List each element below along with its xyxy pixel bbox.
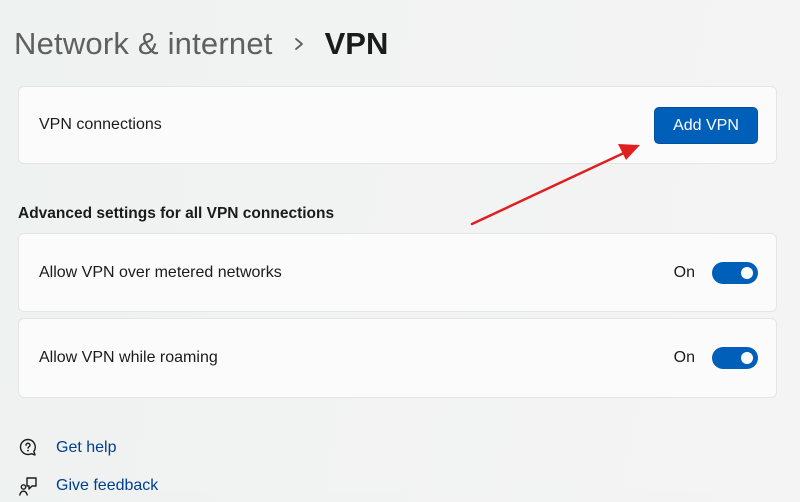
breadcrumb: Network & internet VPN (14, 22, 388, 66)
feedback-icon (18, 475, 40, 497)
give-feedback-link[interactable]: Give feedback (18, 475, 158, 497)
add-vpn-button[interactable]: Add VPN (654, 107, 758, 144)
setting-metered-networks: Allow VPN over metered networks On (18, 233, 777, 312)
advanced-settings-title: Advanced settings for all VPN connection… (18, 205, 335, 222)
roaming-toggle-switch[interactable] (712, 347, 758, 369)
setting-metered-label: Allow VPN over metered networks (39, 263, 282, 281)
get-help-label[interactable]: Get help (56, 439, 116, 457)
get-help-link[interactable]: Get help (18, 437, 116, 459)
roaming-toggle-group: On (674, 347, 758, 369)
vpn-connections-label: VPN connections (39, 116, 162, 133)
metered-toggle-switch[interactable] (712, 261, 758, 284)
setting-roaming-label: Allow VPN while roaming (39, 349, 218, 366)
help-chat-icon (18, 437, 40, 459)
give-feedback-label[interactable]: Give feedback (56, 477, 158, 495)
chevron-right-icon (273, 35, 325, 53)
toggle-knob (741, 352, 753, 364)
vpn-connections-card: VPN connections Add VPN (18, 86, 777, 164)
roaming-toggle-state: On (673, 349, 695, 366)
page-title: VPN (324, 26, 389, 61)
breadcrumb-network-internet[interactable]: Network & internet (14, 26, 273, 62)
metered-toggle-state: On (673, 263, 695, 281)
toggle-knob (741, 266, 753, 279)
setting-roaming: Allow VPN while roaming On (18, 318, 777, 398)
metered-toggle-group: On (673, 261, 758, 284)
